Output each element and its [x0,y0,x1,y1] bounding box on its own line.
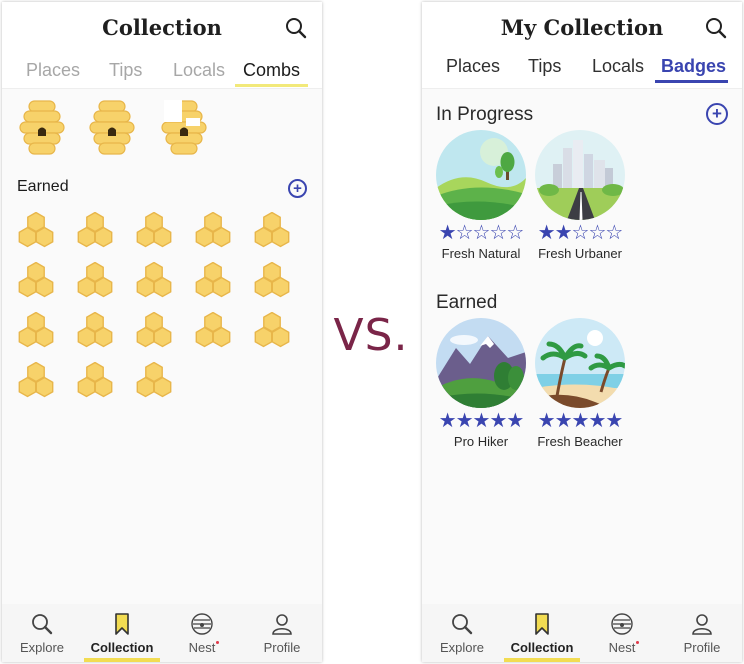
bottom-nav: Explore Collection Nest Profile [2,604,322,662]
honeycomb-icon[interactable] [135,261,173,298]
tab-combs[interactable]: Combs [243,60,300,81]
honeycomb-icon[interactable] [76,361,114,398]
notification-dot [216,641,219,644]
tab-tips[interactable]: Tips [109,60,142,81]
nav-nest[interactable]: Nest [162,604,242,662]
nav-collection[interactable]: Collection [82,604,162,662]
tab-locals[interactable]: Locals [173,60,225,81]
add-icon[interactable]: + [288,179,307,198]
search-icon [30,612,54,636]
nav-active-indicator [504,658,580,662]
earned-heading: Earned [17,178,69,195]
person-icon [690,612,714,636]
honeycomb-icon[interactable] [135,311,173,348]
left-phone-screen: Collection Places Tips Locals Combs Earn… [2,2,322,662]
nav-collection-label: Collection [90,640,154,655]
person-icon [270,612,294,636]
search-icon [450,612,474,636]
honeycomb-icon[interactable] [253,211,291,248]
honeycomb-icon[interactable] [253,261,291,298]
earned-heading: Earned [436,292,498,313]
badge-name: Pro Hiker [453,434,509,449]
green-hills-badge-icon [436,130,526,220]
honeycomb-icon[interactable] [194,261,232,298]
tab-locals[interactable]: Locals [592,56,644,77]
nav-nest-label: Nest [188,640,216,655]
badge-name: Fresh Natural [441,246,521,261]
nav-collection-label: Collection [510,640,574,655]
honeycomb-icon[interactable] [17,261,55,298]
search-icon[interactable] [284,16,308,40]
tab-tips[interactable]: Tips [528,56,561,77]
tab-places[interactable]: Places [446,56,500,77]
bookmark-icon [110,612,134,636]
honeycomb-icon[interactable] [135,211,173,248]
nav-profile[interactable]: Profile [242,604,322,662]
badge-card[interactable]: ★☆☆☆☆ Fresh Natural [436,130,528,261]
nav-explore[interactable]: Explore [422,604,502,662]
honeycomb-icon[interactable] [17,311,55,348]
bookmark-icon [530,612,554,636]
tab-bar: Places Tips Locals Badges [422,54,742,89]
honeycomb-icon[interactable] [17,361,55,398]
honeycomb-icon[interactable] [194,311,232,348]
tab-places[interactable]: Places [26,60,80,81]
search-icon[interactable] [704,16,728,40]
page-title: My Collection [500,15,664,40]
honeycomb-icon[interactable] [194,211,232,248]
honeycomb-icon[interactable] [76,211,114,248]
beehive-icon [190,612,214,636]
badge-name: Fresh Urbaner [538,246,622,261]
right-phone-screen: My Collection Places Tips Locals Badges … [422,2,742,662]
header: My Collection [422,2,742,54]
honeycomb-icon[interactable] [135,361,173,398]
star-rating: ★★☆☆☆ [537,222,624,244]
nav-profile-label: Profile [263,640,301,655]
honeycomb-icon[interactable] [17,211,55,248]
add-icon[interactable]: + [706,103,728,125]
nav-collection[interactable]: Collection [502,604,582,662]
city-road-badge-icon [535,130,625,220]
notification-dot [636,641,639,644]
honeycomb-icon[interactable] [76,261,114,298]
badge-card[interactable]: ★★★★★ Pro Hiker [436,318,528,449]
vs-label: VS. [333,310,409,361]
star-rating: ★☆☆☆☆ [438,222,525,244]
nav-nest-label: Nest [608,640,636,655]
badge-card[interactable]: ★★☆☆☆ Fresh Urbaner [535,130,627,261]
tab-badges[interactable]: Badges [661,56,726,77]
nav-profile[interactable]: Profile [662,604,742,662]
star-rating: ★★★★★ [438,410,525,432]
star-rating: ★★★★★ [537,410,624,432]
honeycomb-hive-icon[interactable] [86,100,138,156]
nav-explore-label: Explore [19,640,65,655]
badge-card[interactable]: ★★★★★ Fresh Beacher [535,318,627,449]
honeycomb-hive-icon[interactable] [16,100,68,156]
active-tab-indicator [235,84,308,87]
page-title: Collection [102,15,222,40]
beehive-icon [610,612,634,636]
beach-palm-badge-icon [535,318,625,408]
mountain-badge-icon [436,318,526,408]
in-progress-heading: In Progress [436,104,534,125]
honeycomb-icon[interactable] [253,311,291,348]
honeycomb-hive-partial-icon[interactable] [158,100,210,156]
nav-explore[interactable]: Explore [2,604,82,662]
active-tab-indicator [655,80,728,83]
honeycomb-icon[interactable] [76,311,114,348]
nav-profile-label: Profile [683,640,721,655]
nav-nest[interactable]: Nest [582,604,662,662]
nav-explore-label: Explore [439,640,485,655]
badge-name: Fresh Beacher [537,434,623,449]
header: Collection [2,2,322,54]
tab-bar: Places Tips Locals Combs [2,54,322,89]
nav-active-indicator [84,658,160,662]
bottom-nav: Explore Collection Nest Profile [422,604,742,662]
